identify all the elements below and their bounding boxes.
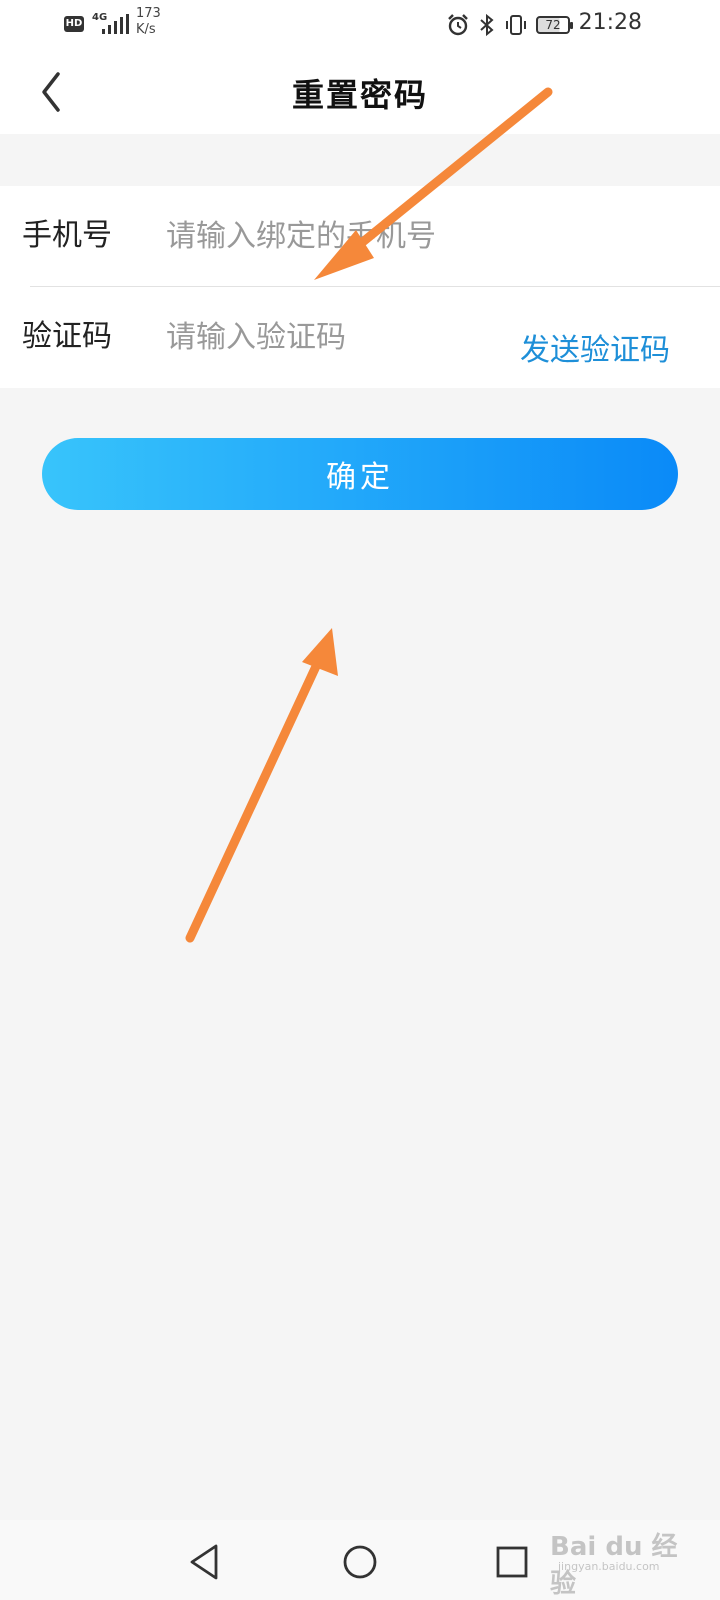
speed-value: 173 — [136, 6, 161, 21]
status-icons: 72 — [446, 12, 573, 38]
watermark-url: jingyan.baidu.com — [558, 1560, 660, 1573]
code-row: 验证码 发送验证码 — [0, 287, 720, 387]
baidu-jingyan-watermark: Bai du 经验 jingyan.baidu.com — [540, 1508, 680, 1599]
send-code-button[interactable]: 发送验证码 — [520, 325, 670, 369]
status-time: 21:28 — [578, 10, 642, 35]
arrow-to-confirm-button — [185, 628, 338, 943]
code-label: 验证码 — [22, 319, 112, 354]
nav-back-icon[interactable] — [184, 1540, 228, 1584]
phone-label: 手机号 — [22, 218, 112, 253]
confirm-button[interactable]: 确定 — [42, 438, 678, 510]
speed-unit: K/s — [136, 22, 156, 37]
network-speed: 173 K/s — [136, 6, 161, 38]
code-input[interactable] — [166, 315, 476, 359]
status-bar: HD 4G 173 K/s 72 21:28 — [0, 0, 720, 50]
vibrate-icon — [506, 15, 526, 35]
app-header: 重置密码 — [0, 50, 720, 134]
signal-indicator: 4G — [92, 12, 130, 36]
nav-home-icon[interactable] — [338, 1540, 382, 1584]
page-title: 重置密码 — [291, 76, 428, 114]
hd-badge: HD — [64, 16, 84, 32]
reset-form: 手机号 验证码 发送验证码 — [0, 186, 720, 388]
battery-icon: 72 — [536, 16, 573, 34]
signal-bars-icon — [102, 14, 129, 34]
phone-input[interactable] — [166, 214, 686, 258]
reset-password-screen: HD 4G 173 K/s 72 21:28 重置密码 手机号 请输入绑定的手机… — [0, 0, 720, 1600]
phone-row: 手机号 — [0, 186, 720, 287]
alarm-icon — [448, 14, 468, 36]
nav-recent-icon[interactable] — [490, 1540, 534, 1584]
bluetooth-icon — [480, 13, 494, 37]
